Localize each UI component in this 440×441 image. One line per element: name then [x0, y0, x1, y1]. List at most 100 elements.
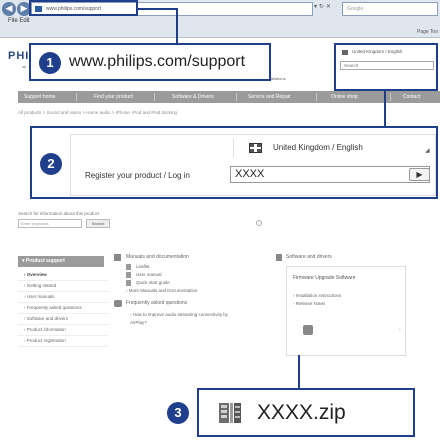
- faq-item[interactable]: AirPlay?: [114, 320, 264, 328]
- region-search-input[interactable]: Search: [340, 61, 434, 70]
- sidebar-item-software[interactable]: › Software and drivers: [18, 314, 108, 325]
- doc-more-link[interactable]: › More Manuals and Documentation: [114, 288, 264, 296]
- keyword-input[interactable]: Enter keywords: [18, 219, 82, 228]
- firmware-release-notes-link[interactable]: › Release Notes: [293, 301, 325, 306]
- command-bar: Page Too: [0, 28, 440, 38]
- nav-divider: [236, 93, 237, 101]
- pdf-icon: [126, 280, 131, 286]
- keyword-search-button[interactable]: Search: [86, 219, 110, 228]
- faq-item-label: AirPlay?: [130, 320, 147, 325]
- doc-label: User manual: [136, 272, 162, 277]
- firmware-link-label: Installation instructions: [295, 293, 342, 298]
- firmware-title: Firmware Upgrade Software: [293, 275, 356, 281]
- address-highlight: [29, 0, 138, 16]
- support-url[interactable]: www.philips.com/support: [69, 53, 245, 71]
- panel-divider: [233, 139, 234, 157]
- nav-support-home[interactable]: Support home: [24, 91, 55, 103]
- register-panel: United Kingdom / English ◢ Register your…: [70, 134, 436, 196]
- manual-icon: [114, 254, 121, 261]
- faq-item[interactable]: › How to improve audio streaming connect…: [114, 312, 264, 320]
- region-search-placeholder: Search: [344, 63, 359, 68]
- menu-items[interactable]: File Edit: [8, 18, 30, 24]
- sidebar-item-user-manuals[interactable]: › User manuals: [18, 292, 108, 303]
- sidebar-item-faq[interactable]: › Frequently asked questions: [18, 303, 108, 314]
- nav-online-shop[interactable]: Online shop: [331, 91, 358, 103]
- nav-contact[interactable]: Contact: [403, 91, 420, 103]
- connector-line: [138, 8, 178, 10]
- register-label[interactable]: Register your product / Log in: [85, 171, 190, 180]
- sidebar-item-label: Product registration: [26, 338, 66, 343]
- philips-logo[interactable]: PHI: [8, 50, 29, 62]
- software-header-label: Software and drivers: [286, 254, 332, 260]
- firmware-instructions-link[interactable]: › Installation instructions: [293, 293, 341, 298]
- doc-label: Leaflet: [136, 264, 150, 269]
- faq-header: Frequently asked questions: [114, 300, 264, 312]
- zip-archive-icon: [219, 403, 241, 423]
- flag-icon: [342, 50, 348, 55]
- faq-item-label: How to improve audio streaming connectiv…: [132, 312, 229, 317]
- firmware-link-label: Release Notes: [295, 301, 326, 306]
- corner-icon: ◢: [425, 147, 430, 154]
- doc-leaflet[interactable]: Leaflet: [114, 264, 264, 272]
- magnifier-icon: [256, 220, 262, 226]
- breadcrumb[interactable]: All products > Sound and vision > Home a…: [18, 110, 177, 115]
- chevron-right-icon[interactable]: ›: [399, 327, 401, 333]
- connector-line: [298, 355, 300, 389]
- faq-header-label: Frequently asked questions: [126, 300, 188, 306]
- sidebar-item-label: Frequently asked questions: [26, 305, 82, 310]
- command-tools[interactable]: Page Too: [417, 29, 438, 35]
- step-number-badge: 3: [167, 402, 189, 424]
- nav-find-product[interactable]: Find your product: [94, 91, 133, 103]
- nav-divider: [316, 93, 317, 101]
- sidebar-item-product-info[interactable]: › Product information: [18, 325, 108, 336]
- zip-file-name[interactable]: XXXX.zip: [257, 401, 346, 425]
- menu-bar[interactable]: File Edit: [0, 18, 440, 28]
- callout-register-box: 2 United Kingdom / English ◢ Register yo…: [30, 126, 438, 199]
- uk-flag-icon: [249, 143, 262, 153]
- pdf-icon: [126, 272, 131, 278]
- step-number-badge: 1: [39, 52, 61, 74]
- sidebar-item-label: Getting started: [26, 283, 57, 288]
- disk-icon: [276, 254, 282, 261]
- doc-label: Quick start guide: [136, 280, 170, 285]
- sidebar-item-registration[interactable]: › Product registration: [18, 336, 108, 347]
- sidebar-item-getting-started[interactable]: › Getting started: [18, 281, 108, 292]
- go-arrow-button[interactable]: ▶: [409, 168, 430, 181]
- product-support-label: Product support: [25, 258, 65, 264]
- docs-header: Manuals and documentation: [114, 254, 264, 264]
- refresh-icon[interactable]: ▾ ↻ ✕: [314, 3, 331, 10]
- product-support-header: ▾ Product support: [18, 256, 104, 267]
- callout-zip-box: XXXX.zip: [197, 388, 415, 437]
- language-selector[interactable]: United Kingdom / English: [273, 143, 363, 152]
- sidebar-item-overview[interactable]: › Overview: [18, 270, 108, 281]
- doc-more-label: More Manuals and Documentation: [128, 288, 198, 293]
- sidebar-item-label: Software and drivers: [26, 316, 69, 321]
- keyword-placeholder: Enter keywords: [21, 221, 49, 226]
- search-info-label: Search for information about this produc…: [18, 211, 100, 216]
- search-placeholder: Google: [347, 6, 364, 12]
- back-icon[interactable]: ◀: [2, 2, 16, 16]
- connector-line: [384, 90, 386, 127]
- nav-service-repair[interactable]: Service and Repair: [248, 91, 291, 103]
- documentation-column: Manuals and documentation Leaflet User m…: [114, 254, 264, 328]
- docs-header-label: Manuals and documentation: [126, 254, 189, 260]
- sidebar-item-label: Product information: [26, 327, 66, 332]
- search-input[interactable]: Google: [342, 2, 438, 16]
- software-column: Software and drivers Firmware Upgrade So…: [276, 254, 406, 356]
- nav-divider: [154, 93, 155, 101]
- software-header: Software and drivers: [276, 254, 406, 264]
- speech-bubble-icon: [114, 300, 122, 307]
- nav-software-drivers[interactable]: Software & Drivers: [172, 91, 214, 103]
- connector-line: [176, 8, 178, 44]
- sidebar-item-label: Overview: [26, 272, 47, 277]
- region-label[interactable]: United Kingdom / English: [352, 49, 403, 54]
- sidebar-item-label: User manuals: [26, 294, 55, 299]
- step-number-badge: 2: [40, 153, 62, 175]
- product-search-field[interactable]: XXXX: [230, 166, 430, 183]
- main-navigation: Support home Find your product Software …: [18, 91, 440, 103]
- doc-user-manual[interactable]: User manual: [114, 272, 264, 280]
- logo-subtitle: se: [22, 64, 27, 69]
- firmware-file-icon[interactable]: [303, 325, 313, 335]
- doc-quick-start[interactable]: Quick start guide: [114, 280, 264, 288]
- product-search-value: XXXX: [235, 168, 265, 180]
